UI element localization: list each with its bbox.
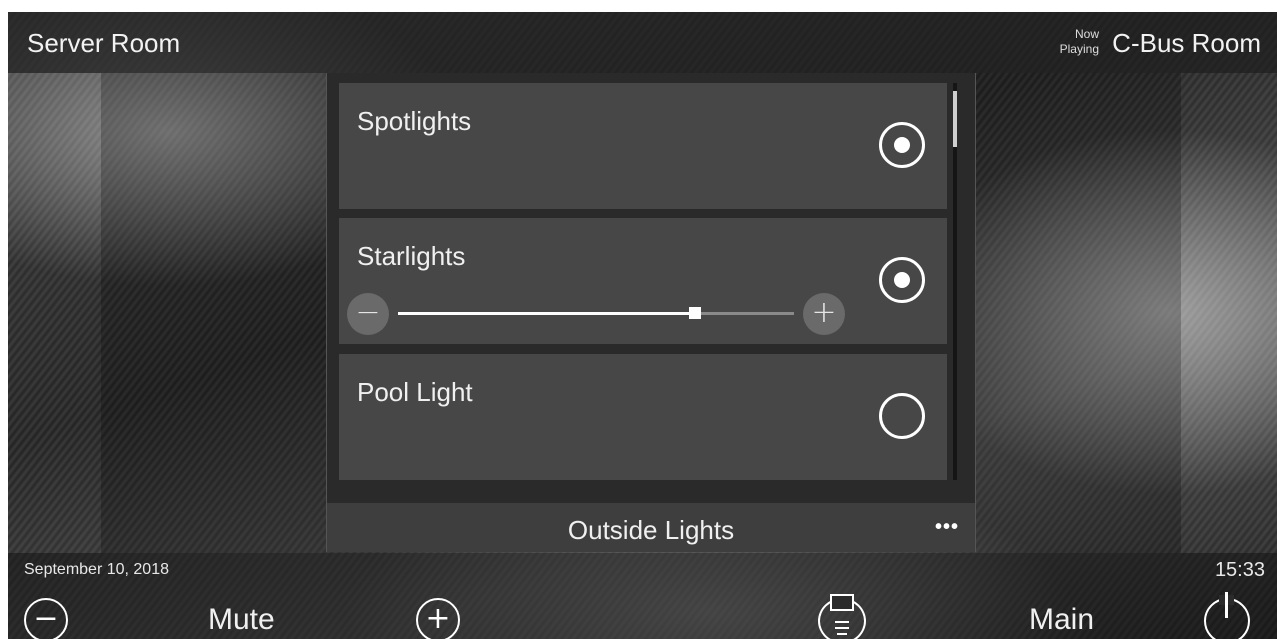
time-display: 15:33 (1214, 559, 1265, 581)
toggle-on-dot-icon (894, 272, 910, 288)
source-name[interactable]: C-Bus Room (1112, 28, 1261, 59)
menu-line-icon (837, 633, 847, 635)
toggle-on-dot-icon (894, 137, 910, 153)
date-display: September 10, 2018 (24, 561, 169, 578)
list-scrollbar[interactable] (953, 83, 957, 480)
dim-up-button[interactable]: + (803, 293, 845, 335)
light-toggle-off[interactable] (879, 393, 925, 439)
panel-footer: Outside Lights ••• (327, 503, 975, 552)
display-screen-icon (830, 594, 854, 611)
touch-panel-screen: Server Room Now Playing C-Bus Room Spotl… (8, 12, 1277, 639)
volume-down-button[interactable]: − (24, 598, 68, 639)
volume-up-button[interactable]: + (416, 598, 460, 639)
light-label: Starlights (357, 241, 466, 271)
light-item-starlights[interactable]: Starlights − + (339, 218, 947, 344)
light-label: Spotlights (357, 106, 472, 136)
header-bar: Server Room Now Playing C-Bus Room (8, 12, 1277, 73)
light-toggle-on[interactable] (879, 122, 925, 168)
scrollbar-thumb[interactable] (953, 91, 957, 147)
room-name[interactable]: Server Room (27, 28, 180, 59)
dimmer-slider[interactable] (398, 307, 794, 319)
now-playing-line1: Now (1074, 27, 1099, 41)
light-item-pool-light[interactable]: Pool Light (339, 354, 947, 480)
now-playing-line2: Playing (1059, 42, 1099, 56)
main-button[interactable]: Main (1029, 603, 1094, 637)
light-toggle-on[interactable] (879, 257, 925, 303)
panel-title: Outside Lights (567, 515, 735, 545)
light-label: Pool Light (357, 377, 473, 407)
lighting-panel: Spotlights Starlights − + Pool Light Out… (326, 73, 976, 552)
now-playing-label: Now Playing (1060, 27, 1099, 57)
dim-down-button[interactable]: − (347, 293, 389, 335)
menu-line-icon (835, 621, 849, 623)
main-menu-icon[interactable] (818, 594, 866, 639)
light-item-spotlights[interactable]: Spotlights (339, 83, 947, 209)
dimmer-slider-row: − + (347, 293, 845, 335)
footer-bar: September 10, 2018 15:33 − Mute + Main (8, 553, 1277, 639)
lighting-list[interactable]: Spotlights Starlights − + Pool Light (339, 83, 949, 480)
mute-button[interactable]: Mute (208, 603, 275, 637)
more-options-icon[interactable]: ••• (935, 516, 959, 539)
menu-line-icon (835, 627, 849, 629)
power-stem (1225, 592, 1228, 618)
dimmer-thumb[interactable] (689, 307, 701, 319)
dimmer-fill (398, 312, 695, 315)
power-icon[interactable] (1204, 592, 1250, 639)
